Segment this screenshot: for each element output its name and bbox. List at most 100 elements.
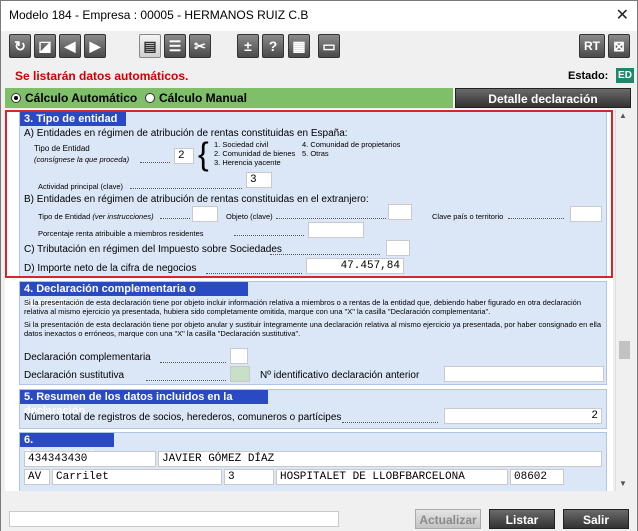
title-bar: Modelo 184 - Empresa : 00005 - HERMANOS … xyxy=(1,1,637,31)
message-line: Se listarán datos automáticos. Estado: E… xyxy=(1,67,637,87)
actualizar-button[interactable]: Actualizar xyxy=(415,509,481,529)
tipo-entidad-b-field[interactable] xyxy=(192,206,218,222)
total-registros-field[interactable]: 2 xyxy=(444,408,602,424)
salir-button[interactable]: Salir xyxy=(563,509,629,529)
actividad-label: Actividad principal (clave) xyxy=(38,182,124,191)
toolbar: ↻ ◪ ◀ ▶ ▤ ☰ ✂ ± ? ▦ ▭ RT ⊠ xyxy=(1,31,637,63)
rt-icon[interactable]: RT xyxy=(579,34,605,58)
tools-icon[interactable]: ✂ xyxy=(189,34,211,58)
representante-via-field[interactable]: AV xyxy=(24,469,50,485)
section5-title: 5. Resumen de los datos incluidos en la … xyxy=(20,390,268,417)
section3-d-label: D) Importe neto de la cifra de negocios xyxy=(24,263,197,274)
estado-label: Estado: xyxy=(568,70,609,82)
sustitutiva-label: Declaración sustitutiva xyxy=(24,370,125,381)
delete-icon[interactable]: ⊠ xyxy=(608,34,630,58)
leader-dots xyxy=(160,362,226,363)
status-message: Se listarán datos automáticos. xyxy=(15,69,189,83)
status-bar: Actualizar Listar Salir xyxy=(1,507,637,531)
section4-text1: Si la presentación de esta declaración t… xyxy=(24,298,582,316)
prev-icon[interactable]: ◀ xyxy=(59,34,81,58)
option-5: 5. Otras xyxy=(302,149,329,158)
leader-dots xyxy=(270,254,380,255)
calculator-icon[interactable]: ▦ xyxy=(288,34,310,58)
tipo-entidad-field[interactable]: 2 xyxy=(174,148,194,164)
leader-dots xyxy=(276,218,386,219)
representante-calle-field[interactable]: Carrilet xyxy=(52,469,222,485)
vertical-scrollbar[interactable]: ▲ ▼ xyxy=(615,109,632,491)
section-declaracion-complementaria: 4. Declaración complementaria o sustitut… xyxy=(19,281,607,385)
tipo-entidad-label: Tipo de Entidad xyxy=(34,144,90,153)
total-registros-label: Número total de registros de socios, her… xyxy=(24,412,342,423)
detalle-declaracion-button[interactable]: Detalle declaración xyxy=(455,88,631,108)
leader-dots xyxy=(146,380,226,381)
section-representante: 6. Representante 434343430 JAVIER GÓMEZ … xyxy=(19,432,607,491)
objeto-field[interactable] xyxy=(388,204,412,220)
objeto-label: Objeto (clave) xyxy=(226,212,273,221)
section4-text2: Si la presentación de esta declaración t… xyxy=(24,320,602,338)
leader-dots xyxy=(160,218,190,219)
plusminus-icon[interactable]: ± xyxy=(237,34,259,58)
porcentaje-label: Porcentaje renta atribuible a miembros r… xyxy=(38,229,204,238)
option-4: 4. Comunidad de propietarios xyxy=(302,140,401,149)
section3-b-label: B) Entidades en régimen de atribución de… xyxy=(24,194,369,205)
radio-selected-icon xyxy=(11,93,21,103)
leader-dots xyxy=(342,422,438,423)
actividad-field[interactable]: 3 xyxy=(246,172,272,188)
radio-manual[interactable]: Cálculo Manual xyxy=(145,91,247,105)
clave-pais-label: Clave país o territorio xyxy=(432,212,504,221)
minimize-icon[interactable]: ▭ xyxy=(318,34,340,58)
complementaria-checkbox[interactable] xyxy=(230,348,248,364)
listar-button[interactable]: Listar xyxy=(489,509,555,529)
main-window: Modelo 184 - Empresa : 00005 - HERMANOS … xyxy=(0,0,638,531)
scroll-down-icon[interactable]: ▼ xyxy=(619,479,627,488)
scroll-up-icon[interactable]: ▲ xyxy=(619,111,627,120)
section4-title: 4. Declaración complementaria o sustitut… xyxy=(20,282,248,309)
sustitutiva-checkbox[interactable] xyxy=(230,366,250,382)
representante-municipio-field[interactable]: HOSPITALET DE LLOBFBARCELONA xyxy=(276,469,508,485)
close-icon[interactable]: ✕ xyxy=(616,5,629,25)
importe-neto-field[interactable]: 47.457,84 xyxy=(306,258,404,274)
mode-bar: Cálculo Automático Cálculo Manual xyxy=(5,88,453,108)
representante-nombre-field[interactable]: JAVIER GÓMEZ DÍAZ xyxy=(158,451,602,467)
option-3: 3. Herencia yacente xyxy=(214,158,281,167)
section-tipo-entidad: 3. Tipo de entidad A) Entidades en régim… xyxy=(19,111,607,277)
edit-icon[interactable]: ◪ xyxy=(34,34,56,58)
complementaria-label: Declaración complementaria xyxy=(24,352,151,363)
window-title: Modelo 184 - Empresa : 00005 - HERMANOS … xyxy=(9,8,309,22)
section3-c-label: C) Tributación en régimen del Impuesto s… xyxy=(24,244,282,255)
radio-unselected-icon xyxy=(145,93,155,103)
tipo-entidad-b-label: Tipo de Entidad (ver instrucciones) xyxy=(38,212,154,221)
scroll-thumb[interactable] xyxy=(619,341,630,359)
num-ident-field[interactable] xyxy=(444,366,604,382)
help-icon[interactable]: ? xyxy=(262,34,284,58)
section6-title: 6. Representante xyxy=(20,433,114,460)
leader-dots xyxy=(206,273,302,274)
radio-manual-label: Cálculo Manual xyxy=(159,91,248,105)
option-2: 2. Comunidad de bienes xyxy=(214,149,296,158)
radio-auto[interactable]: Cálculo Automático xyxy=(11,91,137,105)
tipo-entidad-note: (consígnese la que proceda) xyxy=(34,155,130,164)
leader-dots xyxy=(508,218,564,219)
clave-pais-field[interactable] xyxy=(570,206,602,222)
next-icon[interactable]: ▶ xyxy=(84,34,106,58)
radio-auto-label: Cálculo Automático xyxy=(25,91,138,105)
leader-dots xyxy=(140,162,170,163)
representante-nif-field[interactable]: 434343430 xyxy=(24,451,156,467)
status-field xyxy=(9,511,339,527)
refresh-icon[interactable]: ↻ xyxy=(9,34,31,58)
section3-a-label: A) Entidades en régimen de atribución de… xyxy=(24,128,348,139)
representante-cp-field[interactable]: 08602 xyxy=(510,469,564,485)
representante-numero-field[interactable]: 3 xyxy=(224,469,274,485)
tributacion-field[interactable] xyxy=(386,240,410,256)
section-resumen: 5. Resumen de los datos incluidos en la … xyxy=(19,389,607,429)
leader-dots xyxy=(130,188,242,189)
brace: { xyxy=(198,136,209,172)
section3-title: 3. Tipo de entidad xyxy=(20,112,126,126)
porcentaje-field[interactable] xyxy=(308,222,364,238)
option-1: 1. Sociedad civil xyxy=(214,140,269,149)
list-icon[interactable]: ☰ xyxy=(164,34,186,58)
leader-dots xyxy=(234,235,304,236)
estado-badge: ED xyxy=(616,68,634,83)
num-ident-label: Nº identificativo declaración anterior xyxy=(260,370,420,381)
print-icon[interactable]: ▤ xyxy=(139,34,161,58)
